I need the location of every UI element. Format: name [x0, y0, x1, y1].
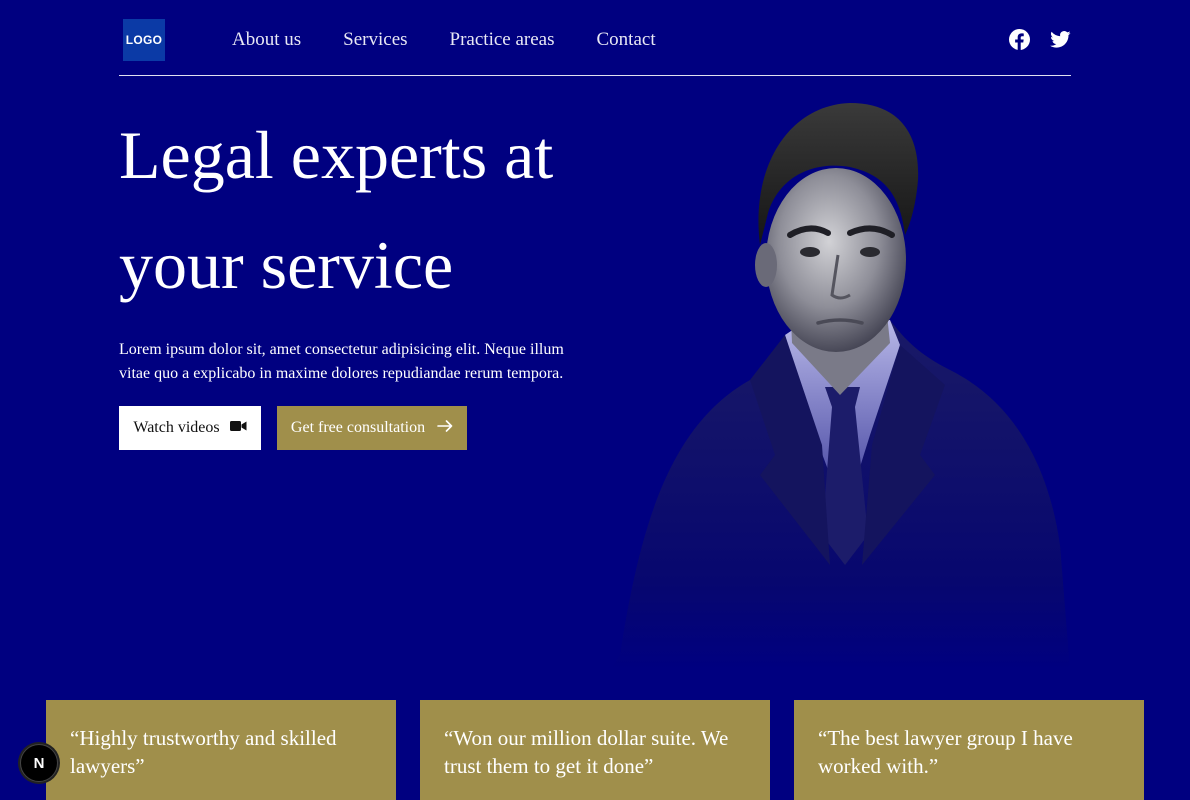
hero-title: Legal experts at your service: [119, 117, 554, 303]
main-nav: About us Services Practice areas Contact: [232, 28, 698, 52]
testimonial-card: “Highly trustworthy and skilled lawyers”: [46, 700, 396, 800]
watch-videos-button[interactable]: Watch videos: [119, 406, 261, 450]
free-consultation-label: Get free consultation: [290, 419, 426, 436]
arrow-right-icon: [437, 419, 453, 437]
logo[interactable]: LOGO: [123, 19, 165, 61]
watch-videos-label: Watch videos: [133, 419, 220, 436]
landing-page: LOGO About us Services Practice areas Co…: [0, 0, 1190, 800]
nextjs-dev-badge[interactable]: N: [20, 744, 58, 782]
testimonial-quote: “Highly trustworthy and skilled lawyers”: [70, 726, 337, 778]
video-camera-icon: [229, 419, 247, 437]
site-header: LOGO About us Services Practice areas Co…: [119, 0, 1071, 76]
lawyer-portrait: [600, 95, 1080, 670]
testimonial-quote: “The best lawyer group I have worked wit…: [818, 726, 1073, 778]
testimonial-quote: “Won our million dollar suite. We trust …: [444, 726, 729, 778]
testimonial-card: “The best lawyer group I have worked wit…: [794, 700, 1144, 800]
free-consultation-button[interactable]: Get free consultation: [277, 406, 467, 450]
nav-practice-areas[interactable]: Practice areas: [450, 28, 555, 52]
social-links: [1009, 29, 1071, 50]
nav-contact[interactable]: Contact: [597, 28, 656, 52]
nav-services[interactable]: Services: [343, 28, 407, 52]
twitter-icon[interactable]: [1050, 29, 1071, 50]
testimonial-card: “Won our million dollar suite. We trust …: [420, 700, 770, 800]
nav-about-us[interactable]: About us: [232, 28, 301, 52]
facebook-icon[interactable]: [1009, 29, 1030, 50]
hero-description: Lorem ipsum dolor sit, amet consectetur …: [119, 341, 564, 382]
